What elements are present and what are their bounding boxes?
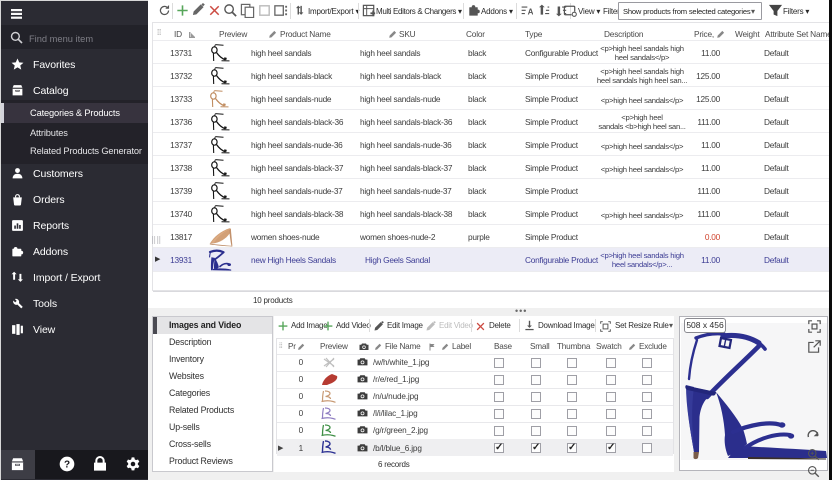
svg-text:?: ? <box>64 459 70 470</box>
svg-text:A: A <box>528 8 533 17</box>
